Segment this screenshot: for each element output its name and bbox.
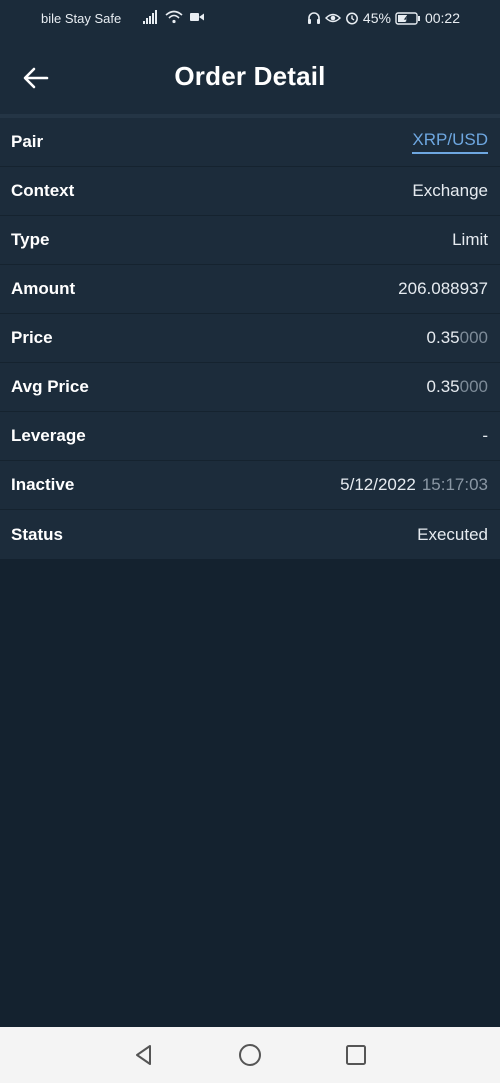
- detail-row-avg-price: Avg Price 0.35000: [0, 363, 500, 412]
- clock-time: 00:22: [424, 10, 460, 26]
- inactive-timestamp: 5/12/2022 15:17:03: [340, 475, 488, 495]
- context-value: Exchange: [412, 181, 488, 200]
- status-icons-right: 45% 00:22: [307, 10, 460, 26]
- battery-icon: [395, 11, 420, 25]
- square-recents-icon: [346, 1045, 366, 1065]
- eye-icon: [324, 13, 341, 23]
- detail-row-pair: Pair XRP/USD: [0, 118, 500, 167]
- pair-link[interactable]: XRP/USD: [412, 130, 488, 154]
- battery-percent: 45%: [362, 10, 391, 26]
- price-value: 0.35000: [427, 328, 488, 348]
- detail-row-amount: Amount 206.088937: [0, 265, 500, 314]
- detail-row-context: Context Exchange: [0, 167, 500, 216]
- avg-price-value-main: 0.35: [426, 377, 460, 396]
- carrier-name: bile Stay Safe: [41, 11, 122, 26]
- inactive-time: 15:17:03: [421, 475, 488, 494]
- status-label: Status: [11, 524, 63, 544]
- order-details-list: Pair XRP/USD Context Exchange Type Limit…: [0, 118, 500, 559]
- detail-row-price: Price 0.35000: [0, 314, 500, 363]
- price-value-trailing-zeros: 000: [459, 328, 488, 347]
- nav-back-button[interactable]: [130, 1041, 158, 1069]
- status-bar: bile Stay Safe 45% 00:22: [0, 0, 500, 38]
- signal-icon: [143, 10, 159, 24]
- avg-price-value: 0.35000: [427, 377, 488, 397]
- nav-home-button[interactable]: [236, 1041, 264, 1069]
- avg-price-label: Avg Price: [11, 377, 89, 396]
- detail-row-status: Status Executed: [0, 510, 500, 559]
- system-nav-bar: [0, 1027, 500, 1083]
- detail-row-type: Type Limit: [0, 216, 500, 265]
- video-icon: [190, 13, 204, 21]
- type-value: Limit: [452, 230, 488, 249]
- type-label: Type: [11, 230, 50, 249]
- inactive-label: Inactive: [11, 475, 75, 494]
- wifi-icon: [165, 10, 183, 24]
- avg-price-value-trailing-zeros: 000: [459, 377, 488, 396]
- price-value-main: 0.35: [426, 328, 460, 347]
- detail-row-inactive: Inactive 5/12/2022 15:17:03: [0, 461, 500, 510]
- status-value: Executed: [417, 524, 488, 544]
- amount-label: Amount: [11, 279, 76, 298]
- headset-icon: [307, 12, 320, 24]
- inactive-date: 5/12/2022: [340, 475, 416, 494]
- context-label: Context: [11, 181, 75, 200]
- page-title: Order Detail: [174, 61, 326, 91]
- alarm-icon: [345, 12, 358, 25]
- nav-recents-button[interactable]: [342, 1041, 370, 1069]
- triangle-back-icon: [136, 1045, 151, 1065]
- circle-home-icon: [239, 1044, 261, 1066]
- amount-value: 206.088937: [398, 279, 488, 298]
- detail-row-leverage: Leverage -: [0, 412, 500, 461]
- app-header: Order Detail: [0, 38, 500, 114]
- pair-label: Pair: [11, 132, 44, 151]
- price-label: Price: [11, 328, 53, 347]
- leverage-value: -: [482, 426, 488, 445]
- leverage-label: Leverage: [11, 426, 86, 445]
- status-icons-left: [143, 10, 205, 24]
